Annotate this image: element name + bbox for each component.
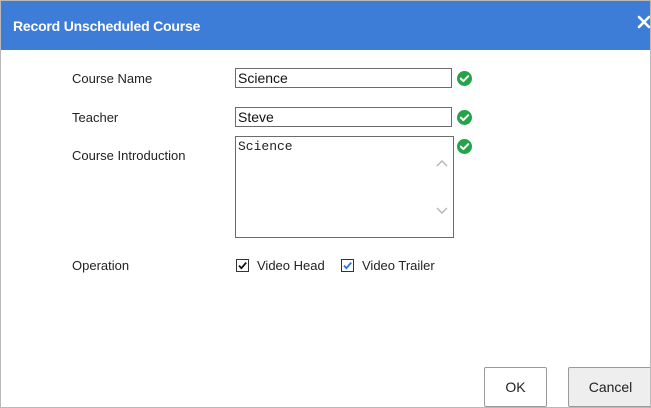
check-circle-icon: [457, 110, 472, 125]
checkmark-icon: [343, 262, 352, 270]
course-introduction-label: Course Introduction: [72, 148, 186, 163]
record-unscheduled-course-dialog: Record Unscheduled Course Course Name Te…: [0, 0, 651, 408]
checkmark-icon: [238, 262, 247, 270]
teacher-input[interactable]: [235, 107, 452, 127]
course-introduction-text: Science: [238, 139, 293, 154]
cancel-button[interactable]: Cancel: [568, 367, 650, 407]
course-name-label: Course Name: [72, 71, 153, 86]
video-trailer-checkbox[interactable]: [341, 259, 354, 272]
course-name-input[interactable]: [235, 68, 452, 88]
operation-label: Operation: [72, 258, 130, 273]
video-trailer-label[interactable]: Video Trailer: [362, 258, 435, 273]
video-head-label[interactable]: Video Head: [257, 258, 325, 273]
course-introduction-textarea[interactable]: Science: [235, 136, 454, 238]
dialog-titlebar: Record Unscheduled Course: [1, 1, 650, 50]
ok-button[interactable]: OK: [484, 367, 547, 407]
video-head-checkbox[interactable]: [236, 259, 249, 272]
close-icon[interactable]: [637, 13, 650, 33]
scroll-down-icon[interactable]: [435, 203, 449, 217]
dialog-title: Record Unscheduled Course: [13, 18, 201, 34]
scroll-up-icon[interactable]: [435, 157, 449, 171]
teacher-label: Teacher: [72, 110, 119, 125]
check-circle-icon: [457, 71, 472, 86]
check-circle-icon: [457, 139, 472, 154]
